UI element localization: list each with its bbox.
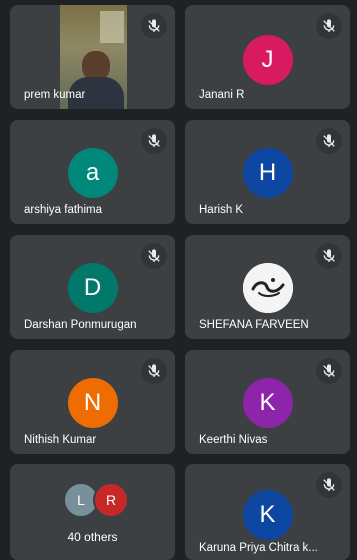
profile-picture	[242, 263, 293, 313]
participant-name: Karuna Priya Chitra k...	[199, 542, 318, 554]
participant-name: Nithish Kumar	[24, 434, 97, 446]
participant-tile-nithish-kumar[interactable]: N Nithish Kumar	[10, 350, 175, 454]
mic-off-icon	[316, 13, 342, 39]
avatar: N	[67, 378, 118, 428]
participant-name: Janani R	[199, 89, 245, 101]
mic-off-icon	[141, 358, 167, 384]
avatar: K	[242, 378, 293, 428]
mic-off-icon	[316, 243, 342, 269]
mic-off-icon	[316, 358, 342, 384]
participant-name: Harish K	[199, 204, 244, 216]
others-tile[interactable]: L R 40 others	[10, 464, 175, 560]
participant-name: arshiya fathima	[24, 204, 102, 216]
mic-off-icon	[316, 472, 342, 498]
avatar: K	[242, 490, 293, 540]
mic-off-icon	[141, 243, 167, 269]
participant-name: Darshan Ponmurugan	[24, 319, 137, 331]
avatar: H	[242, 148, 293, 198]
avatar: J	[242, 35, 293, 85]
avatar: D	[67, 263, 118, 313]
others-count: 40 others	[67, 530, 118, 544]
avatar: a	[67, 148, 118, 198]
mic-off-icon	[316, 128, 342, 154]
mic-off-icon	[141, 13, 167, 39]
participant-tile-prem-kumar[interactable]: prem kumar	[10, 5, 175, 109]
participant-tile-karuna-priya[interactable]: K Karuna Priya Chitra k...	[185, 464, 350, 560]
participant-tile-keerthi-nivas[interactable]: K Keerthi Nivas	[185, 350, 350, 454]
participant-tile-harish-k[interactable]: H Harish K	[185, 120, 350, 224]
participant-name: prem kumar	[24, 89, 86, 101]
mic-off-icon	[141, 128, 167, 154]
avatar: R	[93, 482, 129, 518]
participant-name: Keerthi Nivas	[199, 434, 268, 446]
participant-tile-janani-r[interactable]: J Janani R	[185, 5, 350, 109]
participant-tile-shefana-farveen[interactable]: SHEFANA FARVEEN	[185, 235, 350, 339]
participant-tile-arshiya-fathima[interactable]: a arshiya fathima	[10, 120, 175, 224]
participant-name: SHEFANA FARVEEN	[199, 319, 309, 331]
participant-tile-darshan-ponmurugan[interactable]: D Darshan Ponmurugan	[10, 235, 175, 339]
